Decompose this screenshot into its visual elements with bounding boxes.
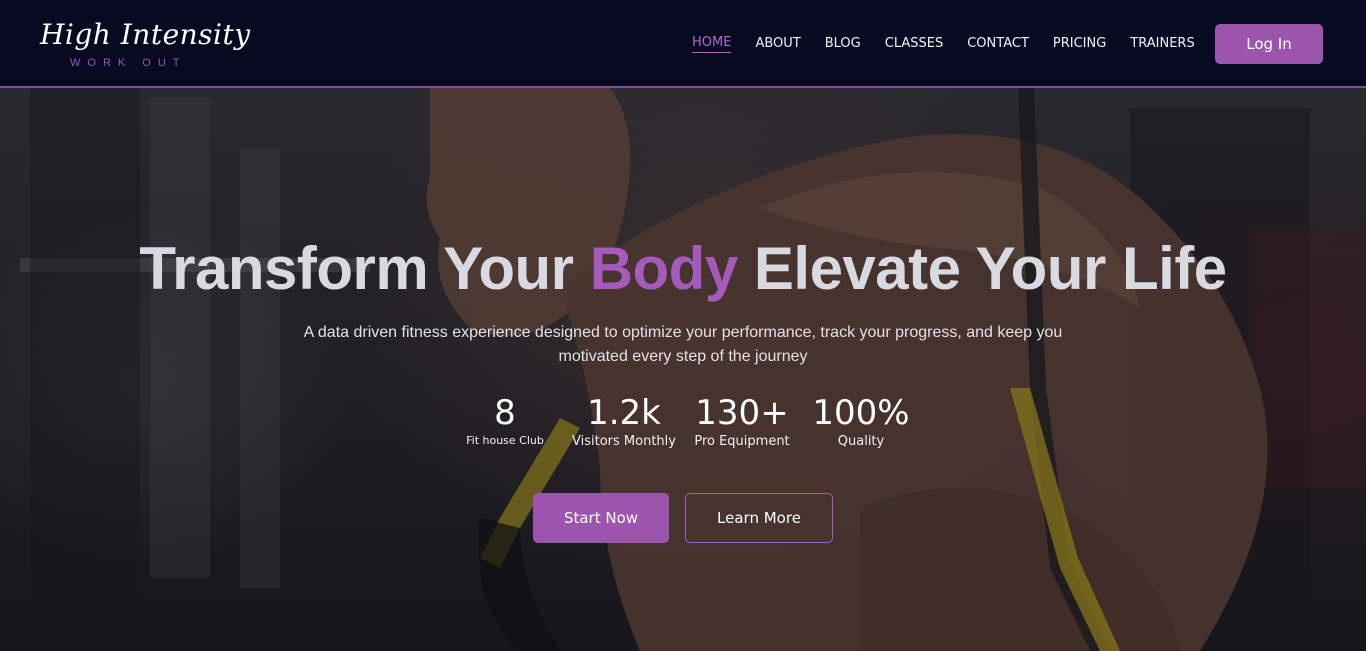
hero-title-part1: Transform Your xyxy=(139,235,590,302)
nav-item-classes[interactable]: CLASSES xyxy=(885,36,943,53)
hero-title-part2: Elevate Your Life xyxy=(737,235,1227,302)
top-navbar: High Intensity WORK OUT HOME ABOUT BLOG … xyxy=(0,0,1366,88)
main-nav: HOME ABOUT BLOG CLASSES CONTACT PRICING … xyxy=(692,35,1219,53)
landing-page: High Intensity WORK OUT HOME ABOUT BLOG … xyxy=(0,0,1366,651)
nav-item-home[interactable]: HOME xyxy=(692,35,732,53)
hero-dark-overlay xyxy=(0,88,1366,651)
learn-more-button[interactable]: Learn More xyxy=(685,493,833,543)
stat-item: 100% Quality xyxy=(791,392,931,449)
stat-value: 100% xyxy=(812,393,910,433)
stat-label: Quality xyxy=(837,434,885,449)
nav-item-pricing[interactable]: PRICING xyxy=(1053,36,1106,53)
nav-item-contact[interactable]: CONTACT xyxy=(967,36,1029,53)
hero-title: Transform Your Body Elevate Your Life xyxy=(0,234,1366,304)
hero-title-accent: Body xyxy=(589,235,739,302)
start-now-button[interactable]: Start Now xyxy=(533,493,669,543)
hero-subtitle: A data driven fitness experience designe… xyxy=(303,324,1063,365)
hero-section: Transform Your Body Elevate Your Life A … xyxy=(0,88,1366,651)
stats-row: 8 Fit house Club 1.2k Visitors Monthly 1… xyxy=(0,392,1366,462)
brand-name: High Intensity xyxy=(40,18,251,51)
nav-item-trainers[interactable]: TRAINERS xyxy=(1130,36,1194,53)
login-button[interactable]: Log In xyxy=(1215,24,1323,64)
brand-tagline: WORK OUT xyxy=(70,57,187,69)
nav-item-blog[interactable]: BLOG xyxy=(825,36,861,53)
brand-logo[interactable]: High Intensity WORK OUT xyxy=(40,16,251,74)
nav-item-about[interactable]: ABOUT xyxy=(755,36,800,53)
